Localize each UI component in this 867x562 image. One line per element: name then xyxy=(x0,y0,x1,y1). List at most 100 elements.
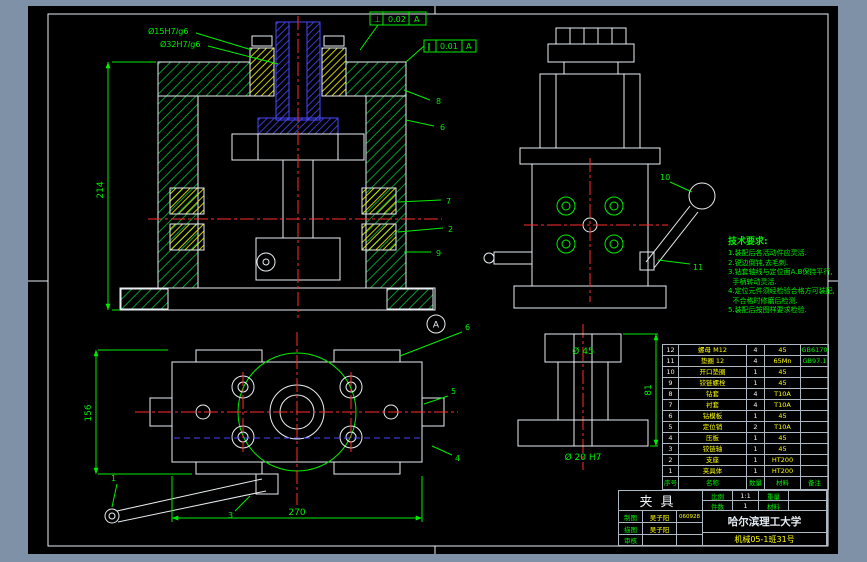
bom-header-material: 材料 xyxy=(764,476,801,490)
tech-req-line: 4.定位元件须经检验合格方可装配, xyxy=(728,287,835,295)
callout-8: 8 xyxy=(436,97,441,106)
bom-cell-material: HT200 xyxy=(764,465,801,477)
bom-row: 8 钻套 4 T10A xyxy=(662,388,829,400)
dim-270-text: 270 xyxy=(288,508,305,518)
traced-date-empty xyxy=(677,523,703,535)
bom-cell-name: 螺母 M12 xyxy=(678,344,747,356)
bom-cell-material: T10A xyxy=(764,421,801,433)
dim-156-text: 156 xyxy=(84,404,94,421)
bom-cell-material: 45 xyxy=(764,443,801,455)
drawn-name: 吴子阳 xyxy=(643,511,677,523)
bom-cell-remark: GB97.1 xyxy=(800,355,829,367)
bom-cell-name: 铰链螺栓 xyxy=(678,377,747,389)
checked-label: 审核 xyxy=(619,535,643,545)
bom-cell-qty: 1 xyxy=(746,432,765,444)
bom-cell-no: 1 xyxy=(662,465,679,477)
bom-row: 6 钻模板 1 45 xyxy=(662,410,829,422)
qty-value: 1 xyxy=(733,501,759,511)
callout-9: 9 xyxy=(436,249,441,258)
tech-req-title: 技术要求: xyxy=(728,237,768,247)
bom-row: 7 衬套 4 T10A xyxy=(662,399,829,411)
bom-cell-no: 10 xyxy=(662,366,679,378)
bom-cell-no: 5 xyxy=(662,421,679,433)
bom-row: 9 铰链螺栓 1 45 xyxy=(662,377,829,389)
bom-cell-no: 8 xyxy=(662,388,679,400)
bom-row: 3 铰链轴 1 45 xyxy=(662,443,829,455)
tech-req-line: 2.锐边倒钝,去毛刺. xyxy=(728,258,789,267)
bom-cell-name: 夹具体 xyxy=(678,465,747,477)
gdt2-datum: A xyxy=(466,42,472,51)
gdt2-value: 0.01 xyxy=(440,42,458,51)
callout-1: 1 xyxy=(111,474,116,483)
traced-label: 描图 xyxy=(619,523,643,535)
callout-5: 5 xyxy=(451,387,456,396)
bom-table: 12 螺母 M12 4 45 GB6170 11 垫圈 12 4 65Mn GB… xyxy=(662,344,829,490)
callout-6: 6 xyxy=(440,123,445,132)
detail-dia-20h7: Ø 20 H7 xyxy=(565,452,602,463)
checked-name-empty xyxy=(643,535,677,545)
detail-dia-45: Ø 45 xyxy=(572,346,593,357)
bom-cell-qty: 2 xyxy=(746,421,765,433)
traced-name: 吴子阳 xyxy=(643,523,677,535)
material-label: 材料 xyxy=(759,501,789,511)
bom-cell-remark xyxy=(800,421,829,433)
bom-cell-qty: 4 xyxy=(746,388,765,400)
bom-header-name: 名称 xyxy=(678,476,747,490)
callout-7: 7 xyxy=(446,197,451,206)
bom-cell-name: 垫圈 12 xyxy=(678,355,747,367)
bom-cell-name: 铰链轴 xyxy=(678,443,747,455)
callout-4: 4 xyxy=(455,454,460,463)
bom-cell-material: 45 xyxy=(764,344,801,356)
bom-cell-no: 11 xyxy=(662,355,679,367)
bom-cell-material: T10A xyxy=(764,388,801,400)
bom-row: 1 夹具体 1 HT200 xyxy=(662,465,829,477)
bom-cell-material: 45 xyxy=(764,410,801,422)
school-name: 哈尔滨理工大学 xyxy=(703,511,827,533)
bom-cell-remark xyxy=(800,410,829,422)
bom-cell-remark xyxy=(800,465,829,477)
tech-req-line: 手柄转动灵活. xyxy=(728,277,777,286)
bom-cell-qty: 1 xyxy=(746,443,765,455)
bom-cell-remark xyxy=(800,454,829,466)
section-label: A xyxy=(433,321,440,331)
gdt1-value: 0.02 xyxy=(388,15,406,24)
drawn-label: 制图 xyxy=(619,511,643,523)
bom-cell-name: 钻套 xyxy=(678,388,747,400)
technical-requirements: 技术要求: 1.装配后各活动件应灵活. 2.锐边倒钝,去毛刺. 3.钻套轴线与定… xyxy=(728,234,856,316)
bom-cell-material: HT200 xyxy=(764,454,801,466)
bom-cell-no: 2 xyxy=(662,454,679,466)
weight-value-empty xyxy=(789,491,827,501)
gdt1-datum: A xyxy=(414,15,420,24)
bom-cell-remark xyxy=(800,388,829,400)
bom-row: 2 支座 1 HT200 xyxy=(662,454,829,466)
bom-cell-no: 3 xyxy=(662,443,679,455)
gdt1-symbol: ⊥ xyxy=(374,15,381,24)
bom-cell-no: 7 xyxy=(662,399,679,411)
tech-req-lines: 1.装配后各活动件应灵活. 2.锐边倒钝,去毛刺. 3.钻套轴线与定位面A.B保… xyxy=(728,249,856,316)
bom-row: 4 压板 1 45 xyxy=(662,432,829,444)
bom-header-qty: 数量 xyxy=(746,476,765,490)
bom-cell-no: 4 xyxy=(662,432,679,444)
bom-cell-remark xyxy=(800,366,829,378)
bom-cell-qty: 1 xyxy=(746,410,765,422)
tech-req-line: 不合格时修磨后检测. xyxy=(728,296,798,305)
bom-cell-qty: 1 xyxy=(746,465,765,477)
bom-cell-name: 定位销 xyxy=(678,421,747,433)
bom-cell-material: 45 xyxy=(764,377,801,389)
drawn-date: 060928 xyxy=(677,511,703,523)
bom-cell-remark xyxy=(800,377,829,389)
tech-req-line: 3.钻套轴线与定位面A.B保持平行, xyxy=(728,268,833,276)
bom-cell-no: 9 xyxy=(662,377,679,389)
bom-cell-no: 6 xyxy=(662,410,679,422)
part-name: 夹具 xyxy=(619,491,703,511)
class-number: 机械05-1班31号 xyxy=(703,533,827,545)
bom-cell-name: 开口垫圈 xyxy=(678,366,747,378)
fit-label-2: Ø32H7/g6 xyxy=(160,39,200,49)
bom-cell-qty: 1 xyxy=(746,377,765,389)
fit-label-1: Ø15H7/g6 xyxy=(148,26,188,36)
bom-row: 5 定位销 2 T10A xyxy=(662,421,829,433)
bom-cell-qty: 4 xyxy=(746,344,765,356)
bom-cell-material: T10A xyxy=(764,399,801,411)
checked-date-empty xyxy=(677,535,703,545)
cad-drawing-viewport: 8 6 7 2 9 Ø15H7/g6 Ø32H7/g6 ⊥ 0.02 A ∥ 0… xyxy=(0,0,867,562)
